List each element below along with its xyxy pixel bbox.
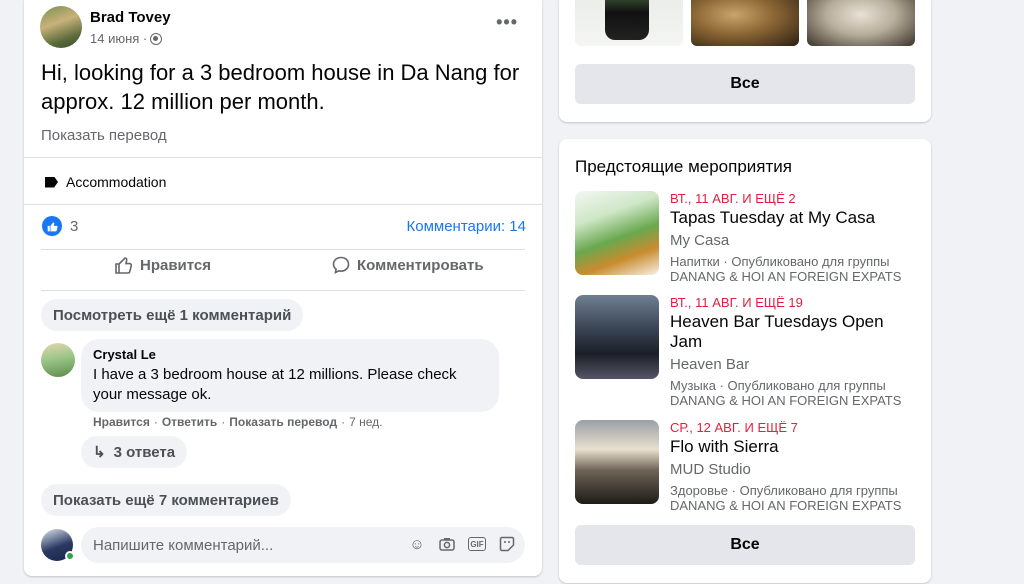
- comment-button-label: Комментировать: [357, 256, 484, 274]
- recent-photos-card: Все: [559, 0, 931, 122]
- post-meta: 14 июня ·: [90, 31, 163, 46]
- post-author[interactable]: Brad Tovey: [90, 9, 171, 26]
- post-text: Hi, looking for a 3 bedroom house in Da …: [41, 60, 520, 114]
- topic-tag[interactable]: Accommodation: [45, 174, 166, 190]
- gif-icon[interactable]: GIF: [468, 537, 486, 551]
- like-button-label: Нравится: [140, 256, 212, 274]
- comment-time[interactable]: 7 нед.: [349, 415, 382, 429]
- see-translation-link[interactable]: Показать перевод: [41, 127, 167, 144]
- event-item[interactable]: СР., 12 АВГ. И ЕЩЁ 7 Flo with Sierra MUD…: [575, 420, 915, 513]
- event-title[interactable]: Flo with Sierra: [670, 437, 915, 457]
- photo-thumbnail[interactable]: [575, 0, 683, 46]
- like-button[interactable]: Нравится: [114, 252, 211, 278]
- event-date: ВТ., 11 АВГ. И ЕЩЁ 2: [670, 191, 796, 206]
- show-more-comments-button[interactable]: Показать ещё 7 комментариев: [41, 484, 291, 516]
- comments-count-link[interactable]: Комментарии: 14: [407, 218, 527, 235]
- online-status-dot: [65, 551, 75, 561]
- divider: [41, 290, 525, 291]
- more-icon[interactable]: •••: [496, 12, 518, 33]
- event-category: Музыка · Опубликовано для группы: [670, 378, 886, 393]
- view-more-comments-button[interactable]: Посмотреть ещё 1 комментарий: [41, 299, 304, 331]
- comment-text: I have a 3 bedroom house at 12 millions.…: [93, 366, 457, 403]
- event-thumbnail[interactable]: [575, 420, 659, 504]
- event-date: ВТ., 11 АВГ. И ЕЩЁ 19: [670, 295, 803, 310]
- comment-translate-link[interactable]: Показать перевод: [229, 415, 337, 429]
- event-group: DANANG & HOI AN FOREIGN EXPATS: [670, 498, 902, 513]
- post-date[interactable]: 14 июня ·: [90, 31, 147, 46]
- photo-thumbnail[interactable]: [807, 0, 915, 46]
- event-thumbnail[interactable]: [575, 191, 659, 275]
- comment-like-link[interactable]: Нравится: [93, 415, 150, 429]
- view-replies-button[interactable]: ↳ 3 ответа: [81, 436, 188, 468]
- event-item[interactable]: ВТ., 11 АВГ. И ЕЩЁ 2 Tapas Tuesday at My…: [575, 191, 915, 284]
- comment-input-tools: ☺ GIF: [408, 535, 516, 553]
- divider: [24, 204, 542, 205]
- event-date: СР., 12 АВГ. И ЕЩЁ 7: [670, 420, 798, 435]
- divider: [24, 157, 542, 158]
- tag-icon: [45, 176, 58, 188]
- event-venue: My Casa: [670, 232, 730, 249]
- post-card: Brad Tovey 14 июня · ••• Hi, looking for…: [24, 0, 542, 576]
- events-heading: Предстоящие мероприятия: [575, 157, 792, 176]
- event-group: DANANG & HOI AN FOREIGN EXPATS: [670, 393, 902, 408]
- topic-tag-label: Accommodation: [66, 174, 167, 190]
- comment-actions: Нравится · Ответить · Показать перевод · 7 …: [93, 415, 383, 429]
- emoji-icon[interactable]: ☺: [408, 535, 426, 553]
- photo-thumbnail[interactable]: [691, 0, 799, 46]
- event-thumbnail[interactable]: [575, 295, 659, 379]
- event-group: DANANG & HOI AN FOREIGN EXPATS: [670, 269, 902, 284]
- event-category: Здоровье · Опубликовано для группы: [670, 483, 898, 498]
- comment-reply-link[interactable]: Ответить: [162, 415, 217, 429]
- comment-author[interactable]: Crystal Le: [93, 347, 487, 362]
- event-item[interactable]: ВТ., 11 АВГ. И ЕЩЁ 19 Heaven Bar Tuesday…: [575, 295, 915, 408]
- event-title[interactable]: Heaven Bar Tuesdays Open Jam: [670, 312, 915, 352]
- sticker-icon[interactable]: [498, 535, 516, 553]
- see-all-photos-button[interactable]: Все: [575, 64, 915, 104]
- event-venue: MUD Studio: [670, 461, 751, 478]
- upcoming-events-card: Предстоящие мероприятия ВТ., 11 АВГ. И Е…: [559, 139, 931, 583]
- reaction-count[interactable]: 3: [70, 218, 78, 235]
- event-title[interactable]: Tapas Tuesday at My Casa: [670, 208, 915, 228]
- comment-icon: [332, 256, 350, 274]
- like-reaction-icon[interactable]: [42, 216, 62, 236]
- comment-bubble: Crystal Le I have a 3 bedroom house at 1…: [81, 339, 499, 412]
- thumbs-up-icon: [115, 257, 133, 274]
- event-category: Напитки · Опубликовано для группы: [670, 254, 890, 269]
- camera-icon[interactable]: [438, 535, 456, 553]
- commenter-avatar[interactable]: [41, 343, 75, 377]
- view-replies-label: 3 ответа: [113, 443, 176, 461]
- divider: [41, 249, 525, 250]
- globe-icon: [150, 32, 163, 45]
- reply-arrow-icon: ↳: [93, 444, 106, 461]
- author-avatar[interactable]: [40, 6, 82, 48]
- event-venue: Heaven Bar: [670, 356, 750, 373]
- see-all-events-button[interactable]: Все: [575, 525, 915, 565]
- comment-button[interactable]: Комментировать: [331, 252, 484, 278]
